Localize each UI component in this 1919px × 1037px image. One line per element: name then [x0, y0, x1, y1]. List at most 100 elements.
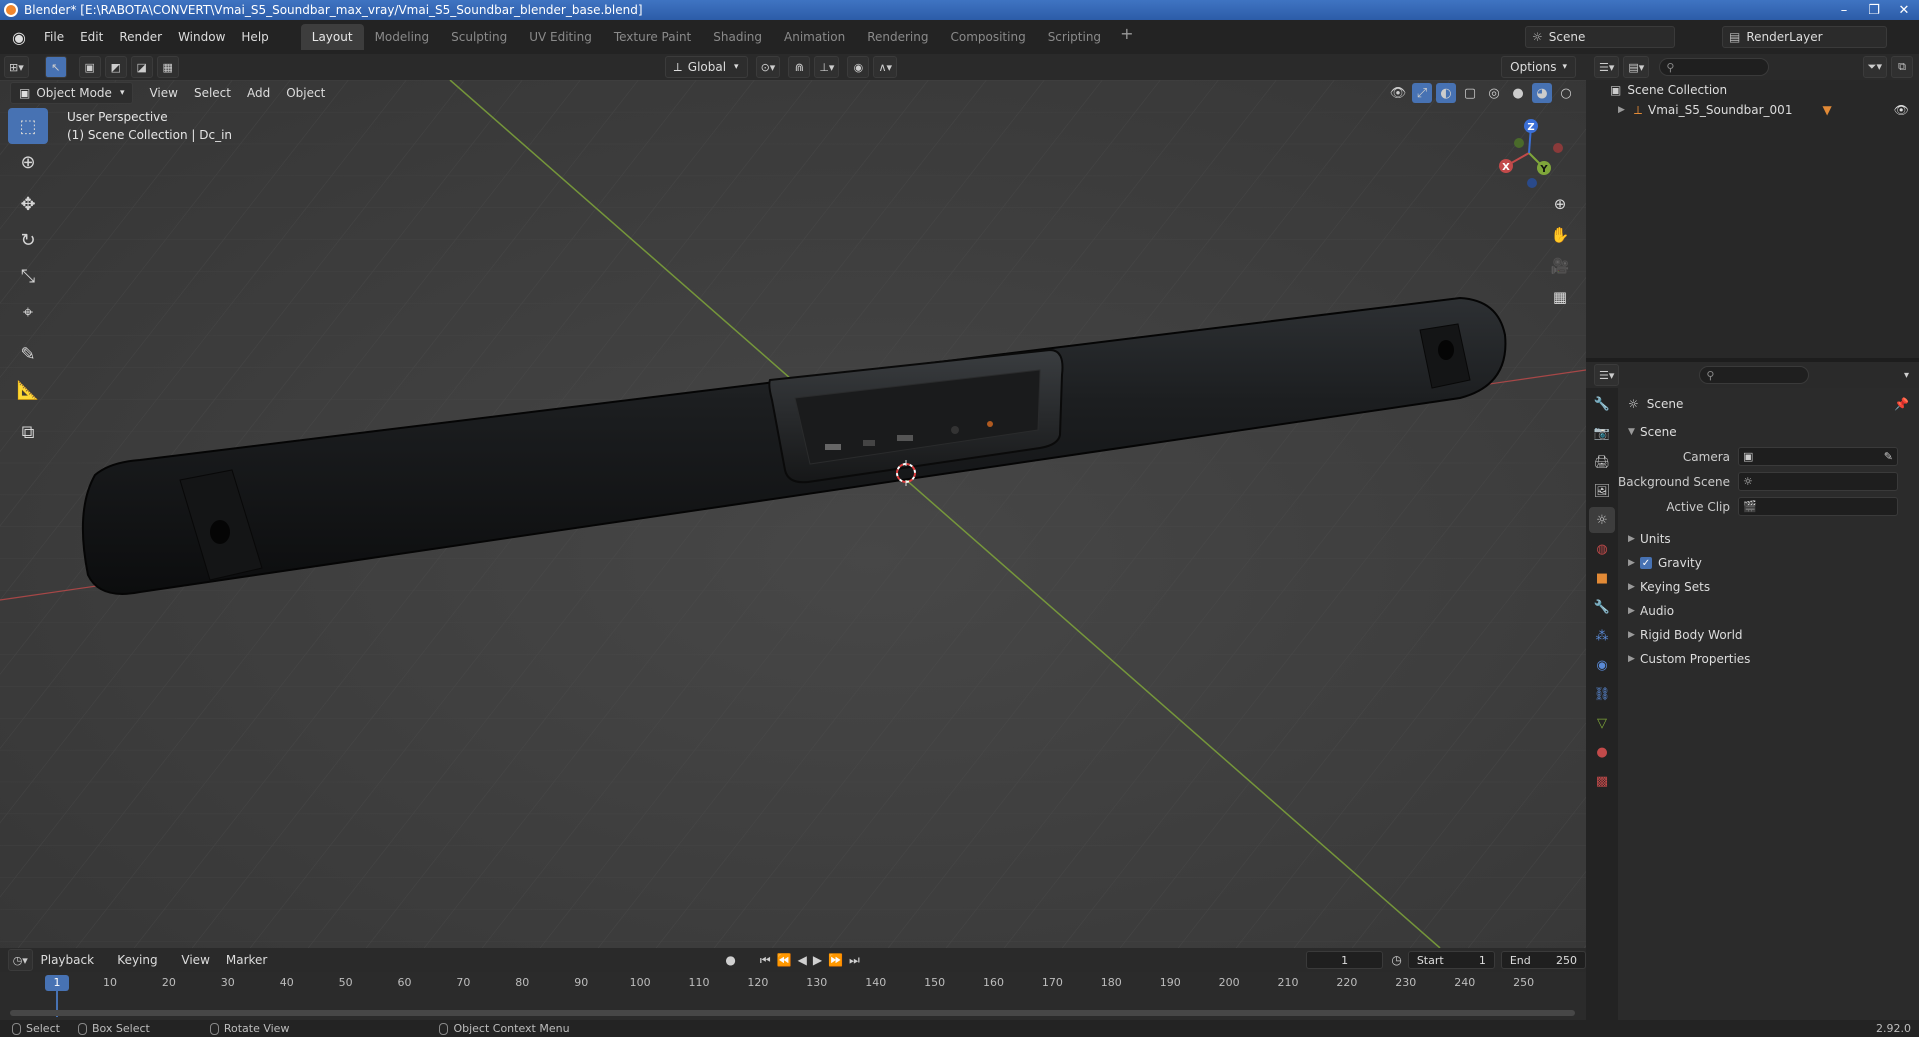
tab-sculpting[interactable]: Sculpting	[440, 24, 518, 50]
minimize-button[interactable]: –	[1829, 0, 1859, 20]
menu-render[interactable]: Render	[111, 25, 170, 49]
tab-modeling[interactable]: Modeling	[364, 24, 441, 50]
keying-sets-panel[interactable]: ▶ Keying Sets	[1618, 575, 1919, 599]
gravity-checkbox[interactable]: ✓	[1640, 557, 1652, 569]
end-frame-field[interactable]: End 250	[1500, 951, 1586, 969]
menu-marker[interactable]: Marker	[218, 948, 275, 972]
visibility-icon[interactable]: 👁	[1388, 83, 1408, 103]
jump-keyframe-forward-icon[interactable]: ⏩	[828, 953, 843, 967]
physics-tab-icon[interactable]: ◉	[1589, 652, 1615, 678]
properties-editor-type-icon[interactable]: ☰▾	[1594, 364, 1620, 386]
select-box-tool-icon[interactable]: ⬚	[8, 108, 48, 144]
falloff-icon[interactable]: ∧▾	[873, 56, 898, 78]
tab-texture-paint[interactable]: Texture Paint	[603, 24, 702, 50]
move-tool-icon[interactable]: ✥	[8, 186, 48, 222]
editor-type-icon[interactable]: ⊞▾	[4, 56, 29, 78]
menu-playback[interactable]: Playback ▾	[33, 948, 110, 991]
tab-uv-editing[interactable]: UV Editing	[518, 24, 603, 50]
eyedropper-icon[interactable]: ✎	[1884, 450, 1893, 463]
new-collection-icon[interactable]: ⧉	[1891, 56, 1913, 78]
select-mode-subtract-icon[interactable]: ◪	[130, 56, 153, 78]
expand-arrow-icon[interactable]: ▶	[1618, 105, 1630, 115]
zoom-icon[interactable]: ⊕	[1546, 190, 1574, 218]
render-layer-selector[interactable]: ▤ RenderLayer	[1722, 26, 1887, 48]
menu-add[interactable]: Add	[239, 81, 278, 105]
select-mode-intersect-icon[interactable]: ▦	[156, 56, 179, 78]
output-tab-icon[interactable]: 🖨	[1589, 449, 1615, 475]
camera-field[interactable]: ▣ ✎	[1738, 447, 1898, 466]
world-tab-icon[interactable]: ◍	[1589, 536, 1615, 562]
particles-tab-icon[interactable]: ⁂	[1589, 623, 1615, 649]
transform-tool-icon[interactable]: ⌖	[8, 294, 48, 330]
annotate-tool-icon[interactable]: ✎	[8, 336, 48, 372]
xray-icon[interactable]: ▢	[1460, 83, 1480, 103]
play-icon[interactable]: ▶	[813, 953, 822, 967]
snap-icon[interactable]: ⋒	[788, 56, 811, 78]
background-scene-field[interactable]: ☼	[1738, 472, 1898, 491]
rotate-tool-icon[interactable]: ↻	[8, 222, 48, 258]
scene-panel-header[interactable]: ▼ Scene	[1618, 420, 1919, 444]
menu-window[interactable]: Window	[170, 25, 233, 49]
tool-tab-icon[interactable]: 🔧	[1589, 391, 1615, 417]
shading-rendered-icon[interactable]: ○	[1556, 83, 1576, 103]
options-dropdown[interactable]: Options ▾	[1501, 56, 1576, 78]
shading-solid-icon[interactable]: ●	[1508, 83, 1528, 103]
properties-search-input[interactable]: ⚲	[1699, 366, 1810, 384]
measure-tool-icon[interactable]: 📐	[8, 372, 48, 408]
tab-shading[interactable]: Shading	[702, 24, 773, 50]
filter-icon[interactable]: ⏷▾	[1862, 56, 1887, 78]
menu-select[interactable]: Select	[186, 81, 239, 105]
current-frame-field[interactable]: 1	[1305, 951, 1384, 969]
select-tool-icon[interactable]: ↖	[44, 56, 67, 78]
tab-animation[interactable]: Animation	[773, 24, 856, 50]
add-workspace-button[interactable]: +	[1112, 24, 1141, 50]
3d-viewport[interactable]: ▣ Object Mode ▾ View Select Add Object 👁…	[0, 80, 1586, 948]
pivot-point-icon[interactable]: ⊙▾	[755, 56, 781, 78]
constraints-tab-icon[interactable]: ⛓	[1589, 681, 1615, 707]
scene-tab-icon[interactable]: ☼	[1589, 507, 1615, 533]
proportional-editing-icon[interactable]: ◉	[847, 56, 870, 78]
pin-icon[interactable]: 📌	[1894, 397, 1909, 411]
menu-view[interactable]: View	[141, 81, 185, 105]
blender-menu-icon[interactable]: ◉	[8, 26, 30, 48]
restore-button[interactable]: ❐	[1859, 0, 1889, 20]
add-cube-tool-icon[interactable]: ⧉	[8, 414, 48, 450]
eye-visibility-icon[interactable]: 👁	[1894, 103, 1909, 117]
modifier-tab-icon[interactable]: 🔧	[1589, 594, 1615, 620]
audio-panel[interactable]: ▶ Audio	[1618, 599, 1919, 623]
display-mode-icon[interactable]: ▤▾	[1623, 56, 1650, 78]
scene-selector[interactable]: ☼ Scene	[1525, 26, 1675, 48]
outliner-editor-type-icon[interactable]: ☰▾	[1594, 56, 1620, 78]
shading-wireframe-icon[interactable]: ◎	[1484, 83, 1504, 103]
object-mode-dropdown[interactable]: ▣ Object Mode ▾	[10, 82, 134, 104]
units-panel[interactable]: ▶ Units	[1618, 527, 1919, 551]
render-tab-icon[interactable]: 📷	[1589, 420, 1615, 446]
menu-timeline-view[interactable]: View	[173, 948, 217, 972]
jump-end-icon[interactable]: ⏭	[849, 953, 860, 968]
menu-object[interactable]: Object	[278, 81, 333, 105]
data-tab-icon[interactable]: ▽	[1589, 710, 1615, 736]
select-mode-set-icon[interactable]: ▣	[78, 56, 101, 78]
jump-start-icon[interactable]: ⏮	[760, 953, 771, 968]
material-tab-icon[interactable]: ●	[1589, 739, 1615, 765]
menu-edit[interactable]: Edit	[72, 25, 111, 49]
tab-rendering[interactable]: Rendering	[856, 24, 939, 50]
outliner-search-input[interactable]: ⚲	[1659, 58, 1770, 76]
chevron-down-icon[interactable]: ▾	[1904, 370, 1909, 381]
play-reverse-icon[interactable]: ◀	[798, 953, 807, 967]
current-frame-indicator[interactable]: 1	[45, 975, 69, 991]
navigation-gizmo[interactable]: X Y Z	[1484, 108, 1574, 198]
view-layer-tab-icon[interactable]: 🖼	[1589, 478, 1615, 504]
snap-target-icon[interactable]: ⊥▾	[814, 56, 840, 78]
overlays-icon[interactable]: ◐	[1436, 83, 1456, 103]
object-tab-icon[interactable]: ■	[1589, 565, 1615, 591]
clock-icon[interactable]: ◷	[1391, 953, 1401, 967]
cursor-tool-icon[interactable]: ⊕	[8, 144, 48, 180]
jump-keyframe-back-icon[interactable]: ⏪	[777, 953, 792, 967]
timeline-editor-type-icon[interactable]: ◷▾	[8, 949, 33, 971]
active-clip-field[interactable]: 🎬	[1738, 497, 1898, 516]
start-frame-field[interactable]: Start 1	[1407, 951, 1495, 969]
pan-hand-icon[interactable]: ✋	[1546, 221, 1574, 249]
custom-properties-panel[interactable]: ▶ Custom Properties	[1618, 647, 1919, 671]
tab-scripting[interactable]: Scripting	[1037, 24, 1112, 50]
